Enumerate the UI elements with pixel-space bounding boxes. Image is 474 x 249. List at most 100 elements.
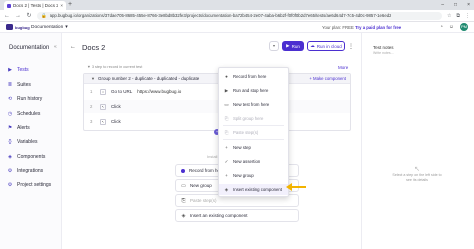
help-icon[interactable]: ◔	[440, 24, 443, 30]
gear-icon: ⚙	[7, 182, 13, 188]
option-label: New group	[190, 183, 212, 188]
menu-item-new-assertion[interactable]: ✓ New assertion	[219, 156, 288, 167]
menu-item-label: Paste step(s)	[233, 130, 259, 135]
menu-item-split-group: ⎘ Split group here	[219, 113, 288, 124]
step-row[interactable]: 3 ↖ Click	[84, 115, 350, 128]
run-label: Run	[291, 43, 300, 49]
sidebar-item-tests[interactable]: ▶ Tests	[7, 67, 29, 73]
extensions-icon[interactable]: ⧉	[456, 13, 460, 19]
menu-item-record-from-here[interactable]: ● Record from here	[219, 71, 288, 82]
sidebar-item-suites[interactable]: ≣ Suites	[7, 82, 31, 88]
empty-state-message: Select a step on the left side to see it…	[392, 173, 442, 182]
menu-item-new-test-from-here[interactable]: ▭ New test from here	[219, 99, 288, 110]
star-icon[interactable]: ☆	[447, 13, 451, 19]
sidebar: Documentation « ▶ Tests ≣ Suites ⟲ Run h…	[0, 33, 62, 249]
step-row[interactable]: 1 ⌂ Go to URL https://www.bugbug.io	[84, 85, 350, 98]
logo-mark-icon	[6, 24, 13, 30]
step-value: https://www.bugbug.io	[137, 89, 182, 94]
notifications-icon[interactable]: ☺	[449, 24, 454, 30]
menu-item-run-and-stop[interactable]: ▶ Run and stop here	[219, 85, 288, 96]
avatar[interactable]: PM	[460, 23, 468, 31]
menu-item-label: Run and stop here	[233, 88, 269, 93]
menu-item-label: New group	[233, 173, 254, 178]
menu-divider	[223, 139, 284, 140]
suites-icon: ≣	[7, 82, 13, 88]
empty-state: ↖ Select a step on the left side to see …	[392, 165, 442, 183]
maximize-icon[interactable]: □	[454, 0, 457, 10]
back-arrow-icon[interactable]: ←	[70, 44, 76, 50]
project-selector[interactable]: Documentation ▾	[31, 25, 68, 30]
sidebar-item-alerts[interactable]: ⚑ Alerts	[7, 125, 30, 131]
new-test-icon: ▭	[224, 101, 229, 107]
menu-item-label: New test from here	[233, 102, 270, 107]
forward-nav-icon[interactable]: →	[15, 13, 21, 19]
home-icon: ⌂	[100, 88, 106, 95]
clock-icon: ◷	[7, 111, 13, 117]
chevron-down-icon: ▾	[65, 24, 68, 30]
more-link[interactable]: More	[338, 65, 348, 70]
sidebar-item-label: Project settings	[17, 182, 52, 188]
menu-item-label: Split group here	[233, 116, 264, 121]
sidebar-item-schedules[interactable]: ◷ Schedules	[7, 111, 41, 117]
sidebar-item-run-history[interactable]: ⟲ Run history	[7, 96, 42, 102]
step-number: 2	[90, 104, 93, 109]
option-label: Insert an existing component	[190, 213, 248, 218]
test-notes-input[interactable]: Write notes...	[373, 51, 394, 55]
new-tab-button[interactable]: +	[68, 1, 72, 9]
menu-item-new-group[interactable]: + New group	[219, 170, 288, 181]
menu-divider	[223, 125, 284, 126]
back-nav-icon[interactable]: ←	[4, 13, 10, 19]
sidebar-item-label: Integrations	[17, 168, 44, 174]
run-in-cloud-button[interactable]: ☁ Run in cloud	[307, 41, 345, 51]
browser-tab[interactable]: Docs 2 | Tests | Docs 2 ×	[4, 1, 66, 10]
collapse-triangle-icon[interactable]: ▼	[91, 76, 95, 81]
run-in-cloud-label: Run in cloud	[316, 43, 342, 49]
url-text[interactable]: app.bugbug.io/organizations/37dae705-868…	[50, 13, 392, 18]
menu-icon[interactable]: ⋮	[465, 13, 470, 19]
step-number: 1	[90, 89, 93, 94]
trial-link[interactable]: Try a paid plan for free	[355, 25, 401, 30]
sidebar-item-label: Suites	[17, 82, 31, 88]
component-icon: ◈	[181, 212, 186, 219]
play-icon: ▶	[286, 43, 290, 48]
tests-icon: ▶	[8, 67, 12, 73]
menu-item-new-step[interactable]: + New step	[219, 142, 288, 153]
collapse-sidebar-icon[interactable]: «	[54, 44, 57, 50]
group-header[interactable]: ▼ Group number 2 - duplicate - duplicate…	[84, 74, 350, 84]
group-icon: ▭	[181, 182, 186, 189]
reload-icon[interactable]: ↻	[26, 12, 32, 19]
browser-tab-bar: Docs 2 | Tests | Docs 2 × + – □ ×	[0, 0, 474, 10]
sidebar-item-label: Schedules	[17, 111, 41, 117]
step-context-menu: ● Record from here ▶ Run and stop here ▭…	[218, 67, 289, 197]
tab-close-icon[interactable]: ×	[60, 3, 63, 8]
paste-icon: ⎘	[181, 197, 186, 204]
step-number: 3	[90, 119, 93, 124]
details-panel: Test notes Write notes... ↖ Select a ste…	[361, 33, 474, 249]
sidebar-item-project-settings[interactable]: ⚙ Project settings	[7, 182, 51, 188]
more-options-icon[interactable]: ⋮	[348, 43, 354, 50]
menu-item-insert-existing-component[interactable]: ◈ Insert existing component	[219, 184, 288, 195]
logo[interactable]: bugbug	[6, 24, 31, 30]
project-name: Documentation	[31, 24, 64, 30]
check-icon: ✓	[224, 158, 229, 164]
step-type: Click	[111, 119, 121, 124]
play-icon: ▶	[224, 87, 229, 93]
run-options-chevron-icon[interactable]: ▾	[269, 41, 279, 51]
plan-text: Your plan: FREE	[322, 24, 354, 30]
sidebar-item-variables[interactable]: {} Variables	[7, 139, 37, 145]
page-title[interactable]: Docs 2	[82, 43, 105, 52]
sidebar-item-integrations[interactable]: ⚙ Integrations	[7, 168, 43, 174]
logo-text: bugbug	[15, 24, 30, 30]
browser-toolbar: ← → ↻ 🔒 app.bugbug.io/organizations/37da…	[0, 10, 474, 22]
minimize-icon[interactable]: –	[441, 0, 444, 10]
sidebar-item-components[interactable]: ◈ Components	[7, 154, 45, 160]
step-row[interactable]: 2 ↖ Click	[84, 100, 350, 113]
close-window-icon[interactable]: ×	[467, 0, 470, 10]
make-component-link[interactable]: + Make component	[309, 76, 346, 81]
menu-item-label: New assertion	[233, 159, 261, 164]
run-button[interactable]: ▶ Run	[282, 41, 304, 51]
address-bar[interactable]: 🔒 app.bugbug.io/organizations/37dae705-8…	[37, 11, 442, 20]
menu-item-label: Insert existing component	[233, 187, 282, 192]
insert-component-option[interactable]: ◈ Insert an existing component	[175, 209, 299, 222]
group-label: Group number 2 - duplicate - duplicated …	[97, 76, 200, 81]
